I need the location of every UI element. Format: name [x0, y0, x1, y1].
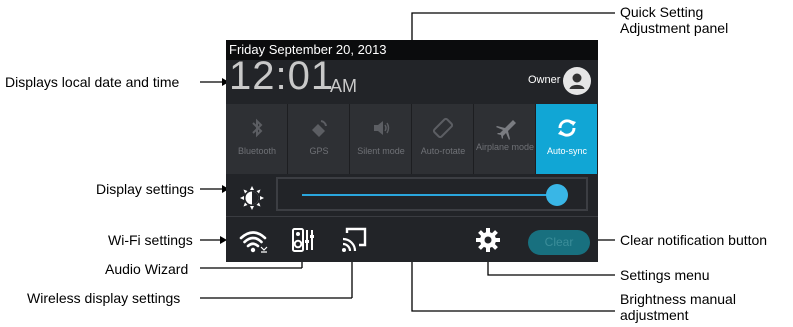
- wireless-display-icon[interactable]: [341, 227, 367, 253]
- tile-airplane-mode[interactable]: Airplane mode: [474, 104, 536, 174]
- wifi-icon[interactable]: [238, 228, 268, 254]
- tile-silent-mode[interactable]: Silent mode: [350, 104, 412, 174]
- gps-icon: [312, 120, 327, 137]
- quick-settings-panel: Friday September 20, 2013 12:01 AM Owner…: [226, 40, 598, 262]
- tile-auto-sync[interactable]: Auto-sync: [536, 104, 598, 174]
- callout-display-settings: Display settings: [96, 181, 195, 197]
- tile-label: Auto-sync: [546, 146, 588, 156]
- tile-bluetooth[interactable]: Bluetooth: [226, 104, 288, 174]
- brightness-slider-thumb[interactable]: [546, 184, 568, 206]
- bluetooth-icon: [252, 118, 263, 138]
- callout-quick-setting-line2: Adjustment panel: [620, 20, 729, 36]
- brightness-row: [226, 176, 598, 216]
- time-row: 12:01 AM Owner: [226, 54, 598, 102]
- callout-brightness-line2: adjustment: [620, 307, 689, 323]
- tile-gps[interactable]: GPS: [288, 104, 350, 174]
- callout-quick-setting: Quick Setting Adjustment panel: [620, 4, 728, 36]
- tile-auto-rotate[interactable]: Auto-rotate: [412, 104, 474, 174]
- callout-wifi-settings: Wi-Fi settings: [108, 232, 193, 248]
- gear-icon[interactable]: [476, 228, 500, 252]
- panel-divider: [226, 216, 598, 217]
- callout-settings-menu: Settings menu: [620, 267, 710, 283]
- clock-time: 12:01: [229, 54, 335, 98]
- callout-quick-setting-line1: Quick Setting: [620, 4, 704, 20]
- sync-icon: [558, 119, 576, 137]
- tile-label: Auto-rotate: [420, 146, 466, 156]
- quick-settings-row: Bluetooth GPS Silent mode Auto-rotate Ai…: [226, 104, 598, 174]
- brightness-icon[interactable]: [240, 186, 264, 210]
- airplane-icon: [496, 120, 516, 140]
- callout-brightness: Brightness manual adjustment: [620, 291, 736, 323]
- brightness-slider[interactable]: [276, 177, 588, 211]
- callout-clear-notification: Clear notification button: [620, 232, 768, 248]
- callout-wireless-display: Wireless display settings: [27, 290, 181, 306]
- tile-label: Bluetooth: [237, 146, 277, 156]
- callout-date-time: Displays local date and time: [5, 74, 180, 90]
- auto-rotate-icon: [432, 117, 454, 139]
- brightness-slider-track[interactable]: [302, 194, 557, 196]
- clear-notifications-button[interactable]: Clear: [528, 230, 590, 255]
- tile-label: Airplane mode: [475, 142, 535, 152]
- callout-brightness-line1: Brightness manual: [620, 291, 736, 307]
- tile-label: Silent mode: [357, 146, 405, 156]
- clock-ampm: AM: [330, 76, 357, 96]
- user-avatar-icon[interactable]: [563, 67, 591, 95]
- user-name[interactable]: Owner: [528, 74, 560, 86]
- audio-wizard-icon[interactable]: [292, 228, 316, 252]
- tile-label: GPS: [309, 146, 329, 156]
- bottom-toolbar: Clear: [226, 218, 598, 262]
- callout-audio-wizard: Audio Wizard: [105, 261, 189, 277]
- silent-mode-icon: [374, 121, 390, 135]
